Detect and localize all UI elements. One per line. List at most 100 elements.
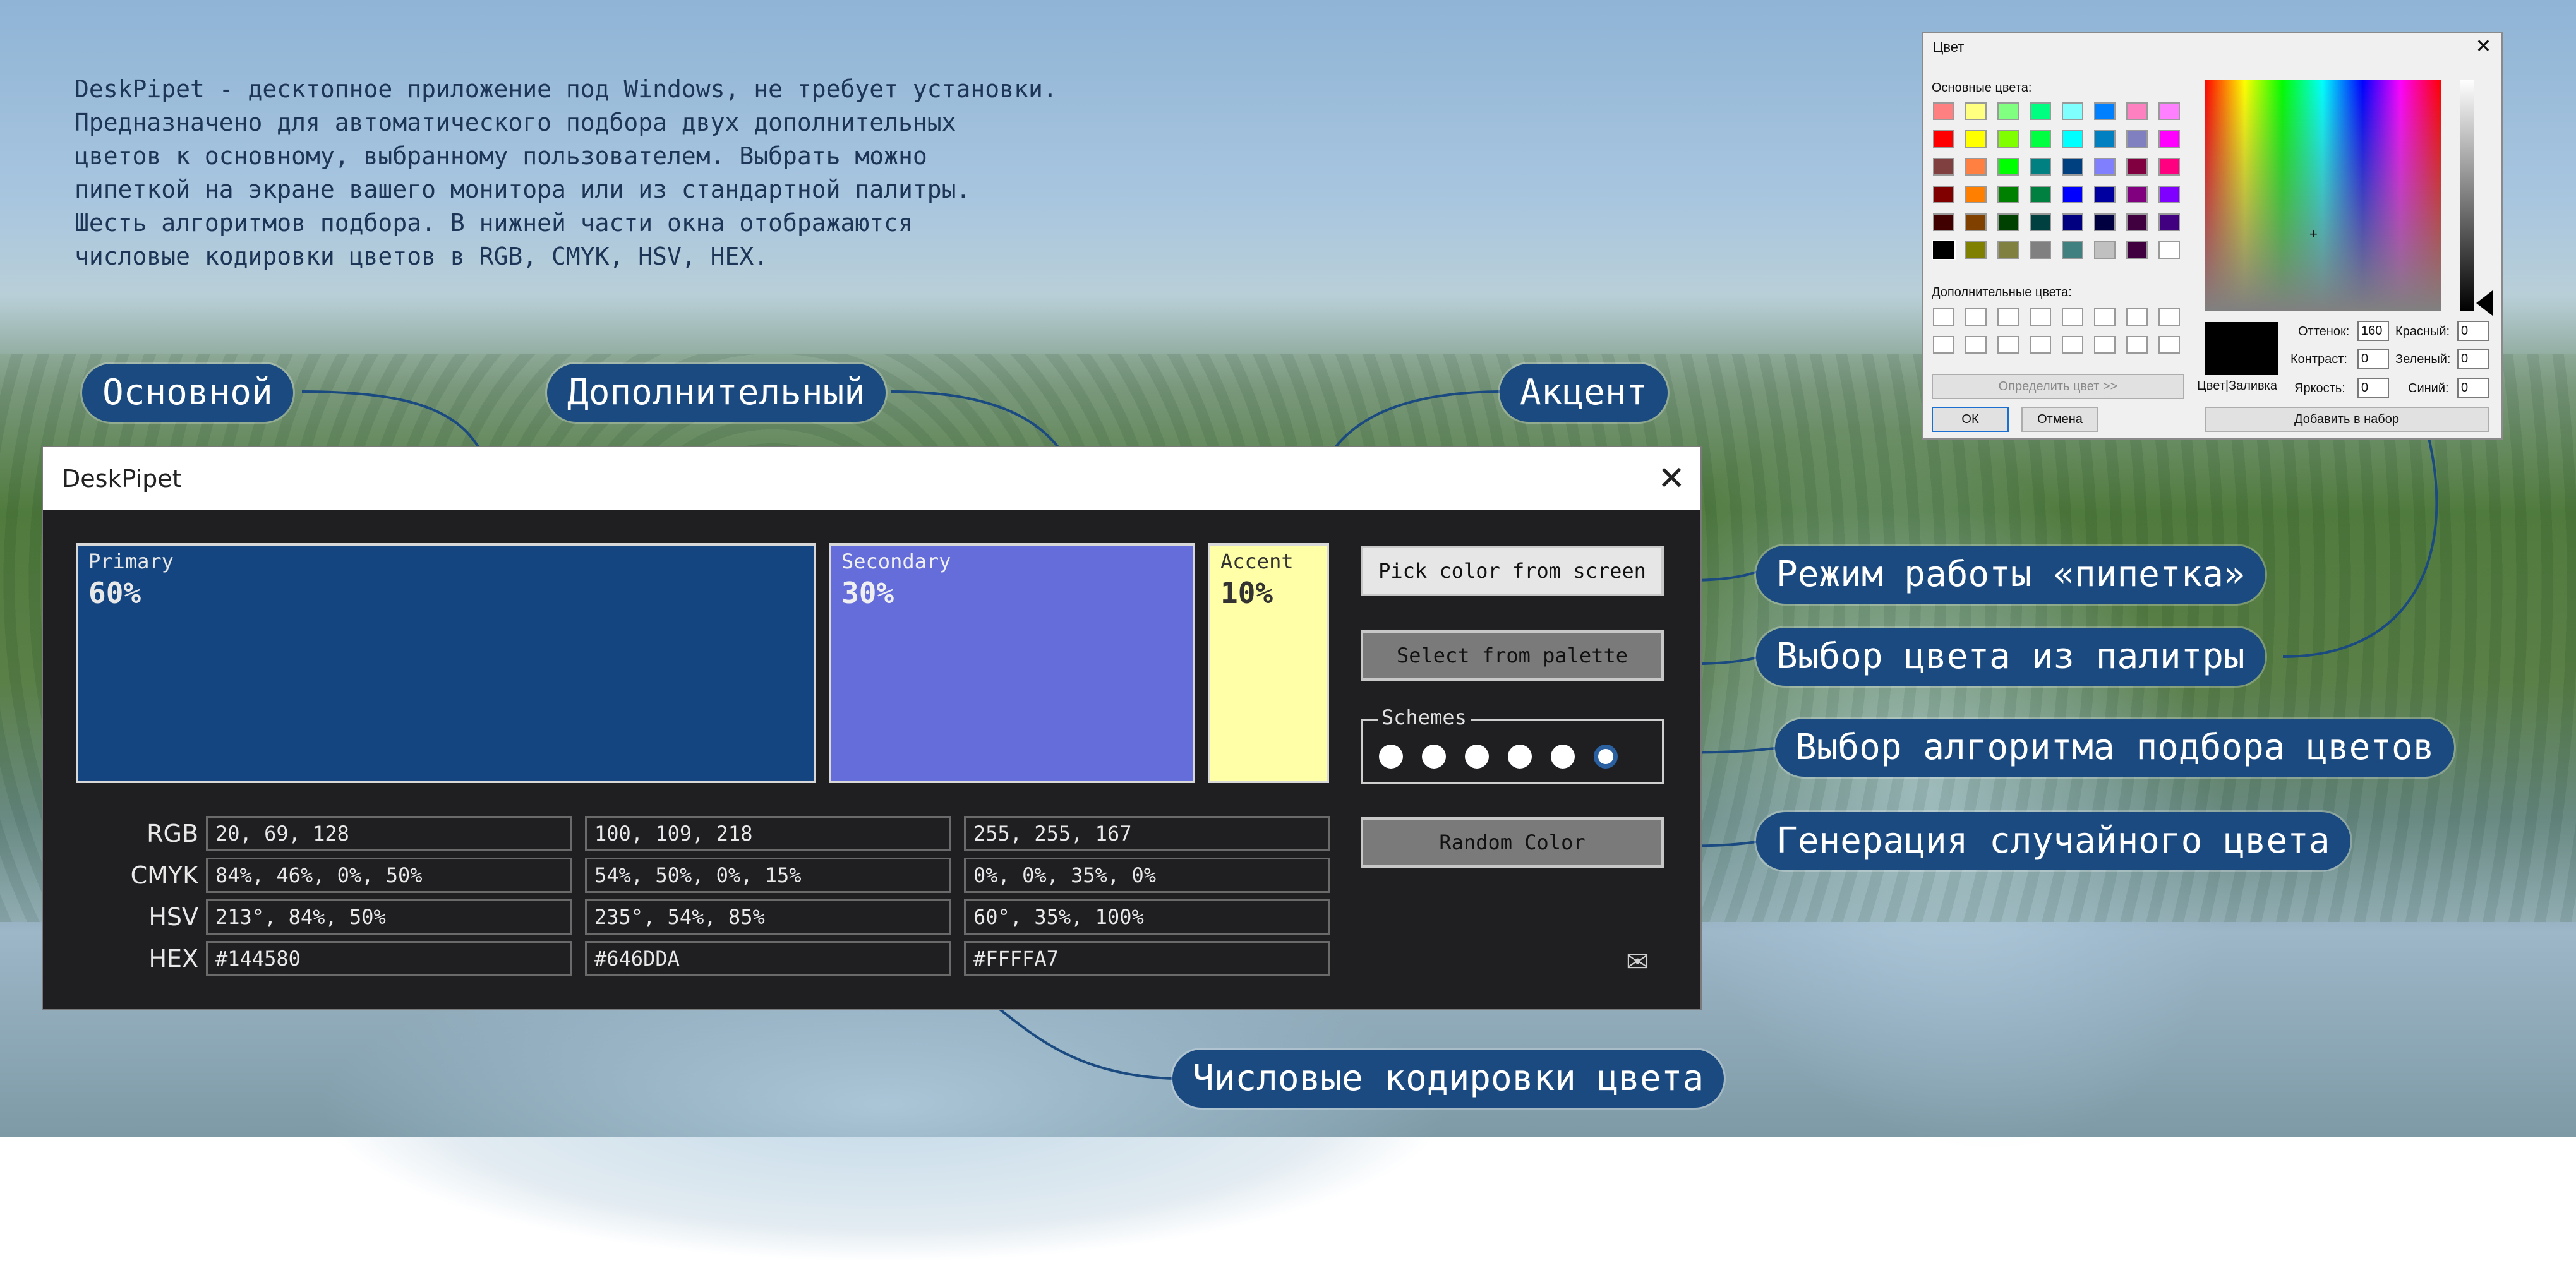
hex-secondary-field[interactable]: #646DDA — [585, 941, 951, 976]
pick-from-screen-button[interactable]: Pick color from screen — [1361, 546, 1664, 596]
hsv-secondary-field[interactable]: 235°, 54%, 85% — [585, 899, 951, 935]
hsv-primary-field[interactable]: 213°, 84%, 50% — [206, 899, 572, 935]
custom-color-swatch[interactable] — [1997, 336, 2019, 354]
custom-color-swatch[interactable] — [1997, 308, 2019, 326]
custom-color-swatch[interactable] — [2126, 308, 2148, 326]
basic-color-swatch[interactable] — [1965, 241, 1987, 259]
scheme-radio-5[interactable] — [1551, 745, 1575, 769]
close-icon[interactable]: ✕ — [2476, 35, 2491, 57]
basic-color-swatch[interactable] — [2158, 241, 2180, 259]
saturation-field[interactable]: 0 — [2357, 349, 2389, 369]
basic-color-swatch[interactable] — [1933, 102, 1954, 120]
basic-color-swatch[interactable] — [2126, 186, 2148, 203]
hsv-accent-field[interactable]: 60°, 35%, 100% — [964, 899, 1330, 935]
basic-color-swatch[interactable] — [1997, 102, 2019, 120]
basic-color-swatch[interactable] — [2126, 241, 2148, 259]
basic-color-swatch[interactable] — [2094, 158, 2116, 176]
custom-color-swatch[interactable] — [2158, 308, 2180, 326]
basic-color-swatch[interactable] — [1933, 213, 1954, 231]
basic-color-swatch[interactable] — [2094, 213, 2116, 231]
custom-color-swatch[interactable] — [2094, 308, 2116, 326]
basic-color-swatch[interactable] — [2158, 130, 2180, 148]
basic-color-swatch[interactable] — [2030, 102, 2051, 120]
basic-color-swatch[interactable] — [2030, 213, 2051, 231]
envelope-icon[interactable]: ✉ — [1626, 946, 1649, 978]
red-field[interactable]: 0 — [2457, 321, 2489, 341]
basic-color-swatch[interactable] — [2030, 186, 2051, 203]
ok-button[interactable]: ОК — [1932, 407, 2009, 432]
basic-color-swatch[interactable] — [1933, 130, 1954, 148]
title-bar[interactable]: DeskPipet ✕ — [43, 447, 1700, 510]
basic-color-swatch[interactable] — [1932, 240, 1956, 260]
basic-color-swatch[interactable] — [1997, 158, 2019, 176]
add-to-custom-button[interactable]: Добавить в набор — [2205, 407, 2489, 432]
cancel-button[interactable]: Отмена — [2021, 407, 2098, 432]
custom-color-swatch[interactable] — [2126, 336, 2148, 354]
scheme-radio-3[interactable] — [1465, 745, 1489, 769]
cmyk-secondary-field[interactable]: 54%, 50%, 0%, 15% — [585, 858, 951, 893]
basic-color-swatch[interactable] — [1933, 186, 1954, 203]
basic-color-swatch[interactable] — [2062, 130, 2083, 148]
hex-accent-field[interactable]: #FFFFA7 — [964, 941, 1330, 976]
cmyk-accent-field[interactable]: 0%, 0%, 35%, 0% — [964, 858, 1330, 893]
basic-color-swatch[interactable] — [2126, 130, 2148, 148]
basic-color-swatch[interactable] — [2094, 186, 2116, 203]
close-icon[interactable]: ✕ — [1658, 447, 1685, 510]
scheme-radio-4[interactable] — [1508, 745, 1532, 769]
define-color-button[interactable]: Определить цвет >> — [1932, 374, 2184, 399]
basic-color-swatch[interactable] — [1997, 213, 2019, 231]
color-spectrum[interactable] — [2205, 80, 2441, 311]
basic-color-swatch[interactable] — [2062, 241, 2083, 259]
luminance-field[interactable]: 0 — [2357, 378, 2389, 398]
basic-color-swatch[interactable] — [2126, 158, 2148, 176]
basic-color-swatch[interactable] — [2030, 241, 2051, 259]
basic-color-swatch[interactable] — [2158, 213, 2180, 231]
custom-color-swatch[interactable] — [2094, 336, 2116, 354]
hue-field[interactable]: 160 — [2357, 321, 2389, 341]
basic-color-swatch[interactable] — [1965, 213, 1987, 231]
rgb-secondary-field[interactable]: 100, 109, 218 — [585, 816, 951, 851]
custom-color-swatch[interactable] — [1965, 336, 1987, 354]
basic-color-swatch[interactable] — [2062, 213, 2083, 231]
basic-color-swatch[interactable] — [2062, 102, 2083, 120]
basic-color-swatch[interactable] — [1965, 158, 1987, 176]
basic-color-swatch[interactable] — [1965, 130, 1987, 148]
basic-color-swatch[interactable] — [2062, 186, 2083, 203]
basic-color-swatch[interactable] — [2158, 158, 2180, 176]
luminance-slider[interactable] — [2460, 80, 2474, 311]
luminance-arrow-icon[interactable] — [2476, 290, 2493, 316]
rgb-primary-field[interactable]: 20, 69, 128 — [206, 816, 572, 851]
basic-color-swatch[interactable] — [2030, 158, 2051, 176]
basic-color-swatch[interactable] — [1965, 186, 1987, 203]
scheme-radio-6[interactable] — [1594, 745, 1618, 769]
basic-color-swatch[interactable] — [2094, 241, 2116, 259]
basic-color-swatch[interactable] — [2158, 102, 2180, 120]
custom-color-swatch[interactable] — [2062, 308, 2083, 326]
cmyk-primary-field[interactable]: 84%, 46%, 0%, 50% — [206, 858, 572, 893]
basic-color-swatch[interactable] — [2126, 213, 2148, 231]
blue-field[interactable]: 0 — [2457, 378, 2489, 398]
scheme-radio-2[interactable] — [1422, 745, 1446, 769]
basic-color-swatch[interactable] — [2094, 102, 2116, 120]
custom-color-swatch[interactable] — [2158, 336, 2180, 354]
custom-color-swatch[interactable] — [2030, 336, 2051, 354]
custom-color-swatch[interactable] — [1933, 308, 1954, 326]
basic-color-swatch[interactable] — [1997, 241, 2019, 259]
basic-color-swatch[interactable] — [2030, 130, 2051, 148]
scheme-radio-1[interactable] — [1379, 745, 1403, 769]
rgb-accent-field[interactable]: 255, 255, 167 — [964, 816, 1330, 851]
basic-color-swatch[interactable] — [2094, 130, 2116, 148]
basic-color-swatch[interactable] — [1997, 130, 2019, 148]
basic-color-swatch[interactable] — [2126, 102, 2148, 120]
select-from-palette-button[interactable]: Select from palette — [1361, 630, 1664, 681]
basic-color-swatch[interactable] — [2062, 158, 2083, 176]
basic-color-swatch[interactable] — [1965, 102, 1987, 120]
basic-color-swatch[interactable] — [1997, 186, 2019, 203]
random-color-button[interactable]: Random Color — [1361, 817, 1664, 868]
custom-color-swatch[interactable] — [2062, 336, 2083, 354]
custom-color-swatch[interactable] — [1965, 308, 1987, 326]
basic-color-swatch[interactable] — [1933, 158, 1954, 176]
hex-primary-field[interactable]: #144580 — [206, 941, 572, 976]
custom-color-swatch[interactable] — [2030, 308, 2051, 326]
green-field[interactable]: 0 — [2457, 349, 2489, 369]
